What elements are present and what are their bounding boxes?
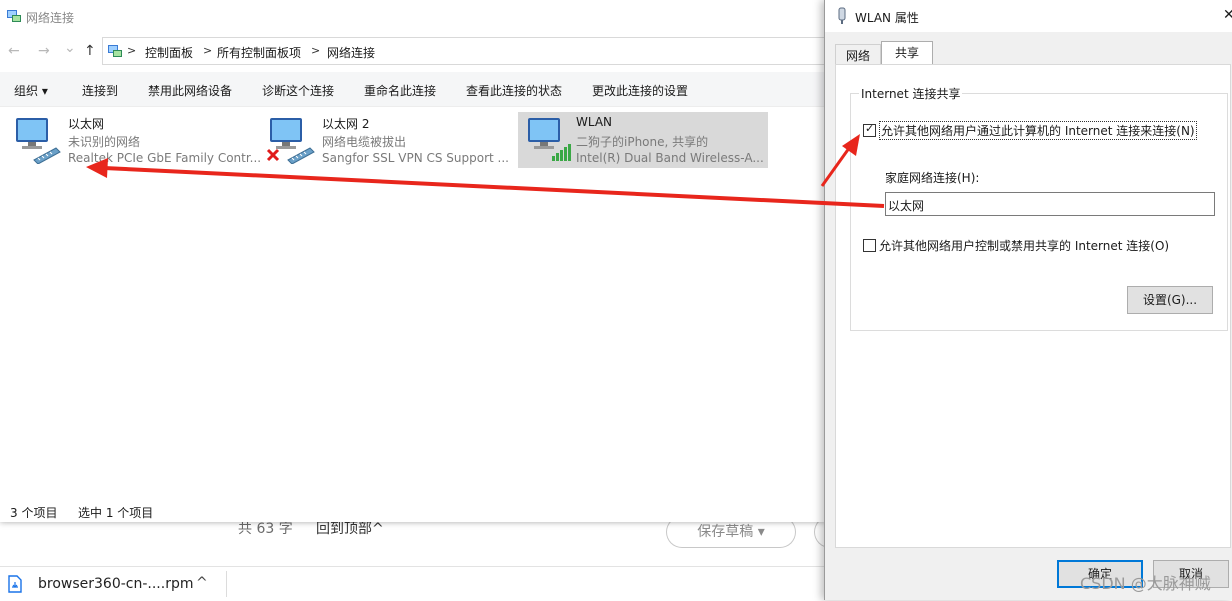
network-item-wlan[interactable]: WLAN 二狗子的iPhone, 共享的 Intel(R) Dual Band … [518,112,768,168]
home-network-value: 以太网 [888,199,925,213]
allow-share-label[interactable]: 允许其他网络用户通过此计算机的 Internet 连接来连接(N) [879,121,1197,140]
breadcrumb-network-connections[interactable]: 网络连接 [327,44,375,61]
settings-button[interactable]: 设置(G)... [1127,286,1213,314]
network-adapter-icon [266,118,315,164]
network-item-ethernet-2[interactable]: 以太网 2 网络电缆被拔出 Sangfor SSL VPN CS Support… [254,112,509,168]
chevron-up-icon[interactable]: ^ [196,575,208,591]
disable-device-button[interactable]: 禁用此网络设备 [148,82,232,99]
breadcrumb-all-items[interactable]: 所有控制面板项 [217,44,301,61]
breadcrumb-separator[interactable]: > [127,44,136,57]
checkmark-icon: ✓ [865,122,875,135]
watermark: CSDN @大脉神贼 [1080,574,1211,593]
view-status-button[interactable]: 查看此连接的状态 [466,82,562,99]
control-panel-icon [108,45,122,57]
network-adapter-icon [16,118,61,164]
recent-locations-icon[interactable]: ⌄ [64,40,76,56]
ics-group: Internet 连接共享 ✓ 允许其他网络用户通过此计算机的 Internet… [850,85,1228,331]
file-icon [8,575,22,593]
address-bar[interactable]: > 控制面板 > 所有控制面板项 > 网络连接 [102,37,826,65]
selected-count: 选中 1 个项目 [78,506,154,520]
window-titlebar[interactable]: 网络连接 [0,0,826,32]
connect-to-button[interactable]: 连接到 [82,82,118,99]
allow-share-checkbox[interactable]: ✓ [863,122,876,137]
status-bar: 3 个项目 选中 1 个项目 [0,498,826,522]
word-count: 共 63 字 [238,521,293,537]
connection-device: Realtek PCIe GbE Family Contr... [68,151,262,165]
connection-device: Intel(R) Dual Band Wireless-A... [576,151,764,165]
tab-network[interactable]: 网络 [835,44,881,64]
network-item-ethernet[interactable]: 以太网 未识别的网络 Realtek PCIe GbE Family Contr… [0,112,261,168]
network-connections-window: 网络连接 ← → ⌄ ↑ > 控制面板 > 所有控制面板项 > 网络连接 组织 … [0,0,826,522]
back-to-top-link[interactable]: 回到顶部^ [316,522,384,536]
wlan-adapter-icon [838,7,846,24]
change-settings-button[interactable]: 更改此连接的设置 [592,82,688,99]
window-title: 网络连接 [26,11,75,25]
breadcrumb-separator[interactable]: > [203,44,212,57]
dialog-title: WLAN 属性 [855,11,919,25]
network-connections-icon [7,10,21,22]
wlan-adapter-icon [528,118,571,161]
allow-control-label[interactable]: 允许其他网络用户控制或禁用共享的 Internet 连接(O) [879,237,1169,254]
diagnose-button[interactable]: 诊断这个连接 [262,82,334,99]
command-bar: 组织 ▾ 连接到 禁用此网络设备 诊断这个连接 重命名此连接 查看此连接的状态 … [0,72,826,107]
home-network-label: 家庭网络连接(H): [885,171,980,185]
connection-name: 以太网 2 [322,117,370,131]
divider [226,571,227,597]
address-row: ← → ⌄ ↑ > 控制面板 > 所有控制面板项 > 网络连接 [0,34,826,68]
connection-status: 未识别的网络 [68,135,141,149]
tab-sharing[interactable]: 共享 [881,41,933,65]
organize-menu[interactable]: 组织 ▾ [14,82,48,99]
up-arrow-icon[interactable]: ↑ [84,43,96,59]
connection-name: 以太网 [68,117,105,131]
connection-name: WLAN [576,115,613,129]
sharing-panel: Internet 连接共享 ✓ 允许其他网络用户通过此计算机的 Internet… [835,64,1231,548]
download-file-name[interactable]: browser360-cn-....rpm [38,576,194,592]
wifi-signal-icon [552,144,571,161]
breadcrumb-control-panel[interactable]: 控制面板 [145,44,193,61]
back-arrow-icon[interactable]: ← [8,43,20,59]
rename-button[interactable]: 重命名此连接 [364,82,436,99]
home-network-select[interactable]: 以太网 [885,192,1215,216]
forward-arrow-icon[interactable]: → [38,43,50,59]
allow-control-checkbox[interactable] [863,239,876,252]
connection-status: 网络电缆被拔出 [322,135,407,149]
connection-status: 二狗子的iPhone, 共享的 [576,135,709,149]
item-count: 3 个项目 [10,506,58,520]
group-title: Internet 连接共享 [859,85,963,102]
connection-device: Sangfor SSL VPN CS Support ... [322,151,509,165]
dialog-titlebar[interactable]: WLAN 属性 ✕ [825,0,1232,32]
breadcrumb-separator[interactable]: > [311,44,320,57]
disconnected-x-icon [266,148,280,162]
close-icon[interactable]: ✕ [1223,7,1232,23]
wlan-properties-dialog: WLAN 属性 ✕ 网络 共享 Internet 连接共享 ✓ 允许其他网络用户… [824,0,1232,600]
